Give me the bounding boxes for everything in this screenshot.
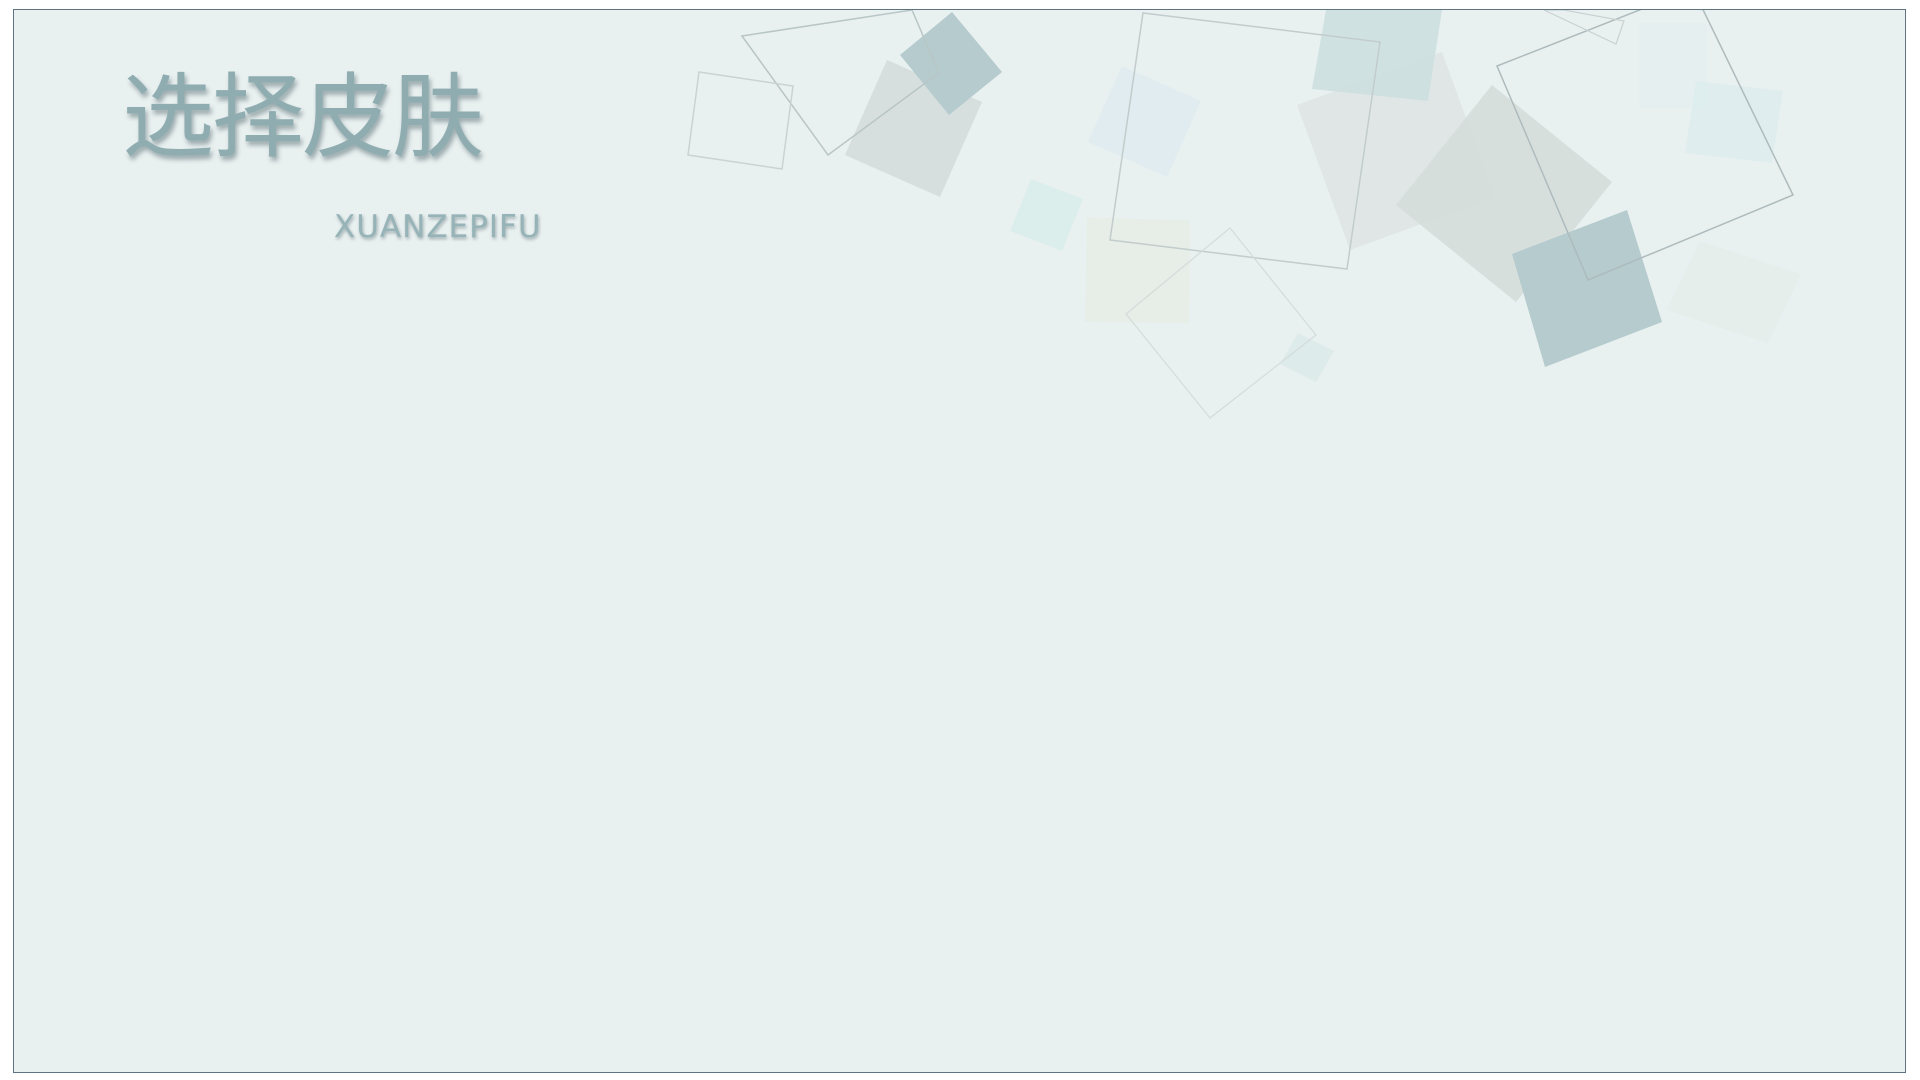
decor-square-faint-3: [1085, 218, 1190, 323]
decor-square-outline-1: [740, 10, 940, 157]
decor-square-outline-4: [1496, 10, 1795, 281]
skin-selection-page: 选择皮肤 XUANZEPIFU: [0, 0, 1920, 1080]
decor-square-grey-4: [1312, 10, 1442, 101]
decor-square-faint-7: [1280, 333, 1334, 382]
decor-square-outline-2: [687, 71, 794, 170]
decor-square-grey-2: [1297, 52, 1495, 250]
page-title: 选择皮肤 XUANZEPIFU: [122, 72, 642, 252]
decor-square-outline-6: [1543, 10, 1625, 45]
decor-square-grey-3: [1396, 85, 1612, 302]
decor-square-outline-5: [1125, 227, 1317, 419]
skin-panel: 选择皮肤 XUANZEPIFU: [13, 9, 1906, 1073]
decor-square-faint-2: [1010, 179, 1083, 251]
decor-square-accent-1: [900, 12, 1002, 115]
decor-square-faint-1: [1088, 66, 1201, 177]
decor-square-faint-6: [1667, 241, 1801, 343]
decor-square-faint-5: [1685, 81, 1783, 163]
decor-square-faint-4: [1639, 23, 1707, 108]
decor-square-accent-2: [1512, 210, 1662, 367]
title-chinese: 选择皮肤: [122, 64, 484, 171]
decor-square-grey-1: [845, 60, 982, 197]
title-pinyin: XUANZEPIFU: [334, 209, 542, 245]
decor-square-outline-3: [1109, 12, 1381, 270]
